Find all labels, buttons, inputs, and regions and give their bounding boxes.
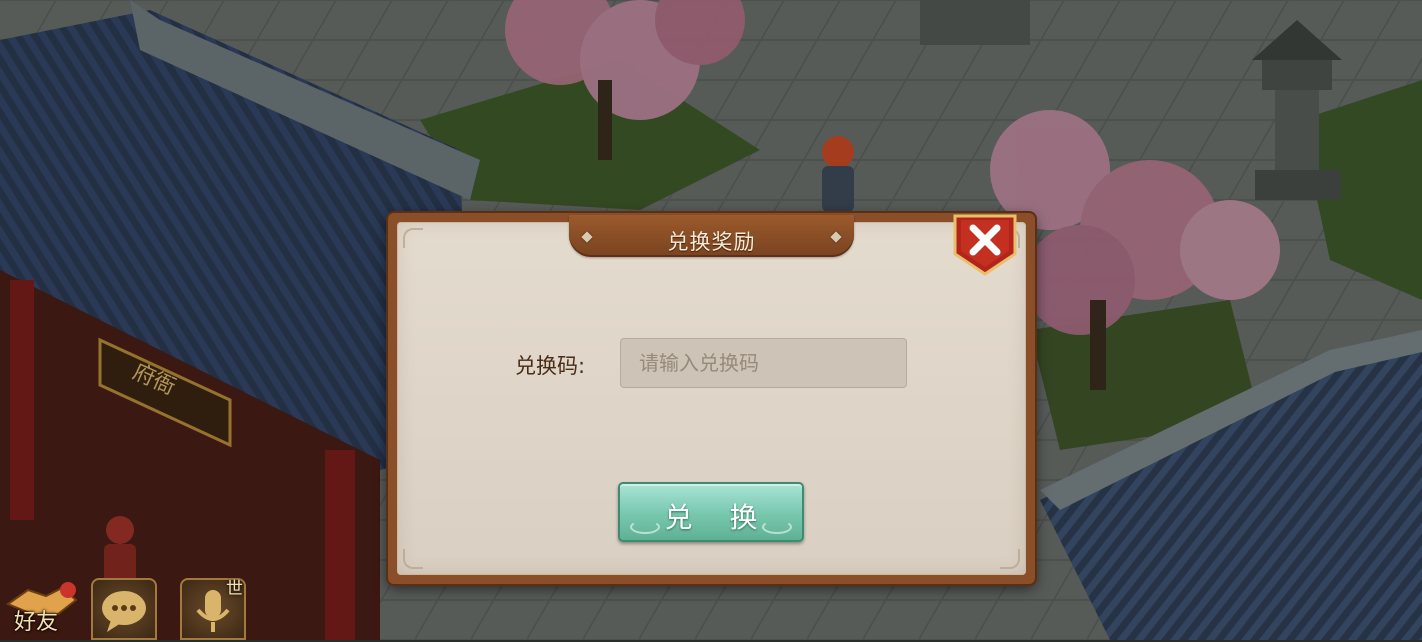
- close-button[interactable]: [951, 210, 1019, 278]
- cloud-swirl-icon: [762, 520, 792, 534]
- redeem-code-label: 兑换码:: [515, 354, 586, 378]
- redeem-code-input[interactable]: [620, 338, 907, 388]
- friends-label: 好友: [14, 610, 59, 635]
- title-stud: [830, 231, 842, 243]
- redeem-button[interactable]: 兑 换: [618, 482, 804, 542]
- chat-button[interactable]: [91, 578, 157, 640]
- title-stud: [581, 231, 593, 243]
- dialog-title: 兑换奖励: [667, 230, 756, 254]
- corner-ornament: [1000, 549, 1020, 569]
- cloud-swirl-icon: [630, 520, 660, 534]
- close-x-icon: [953, 214, 1017, 276]
- corner-ornament: [403, 228, 423, 248]
- dialog-title-plate: 兑换奖励: [569, 215, 854, 257]
- chat-bubble-icon: [102, 591, 146, 632]
- world-channel-tag: 世: [226, 579, 243, 599]
- corner-ornament: [403, 549, 423, 569]
- redeem-button-label: 兑 换: [664, 501, 772, 534]
